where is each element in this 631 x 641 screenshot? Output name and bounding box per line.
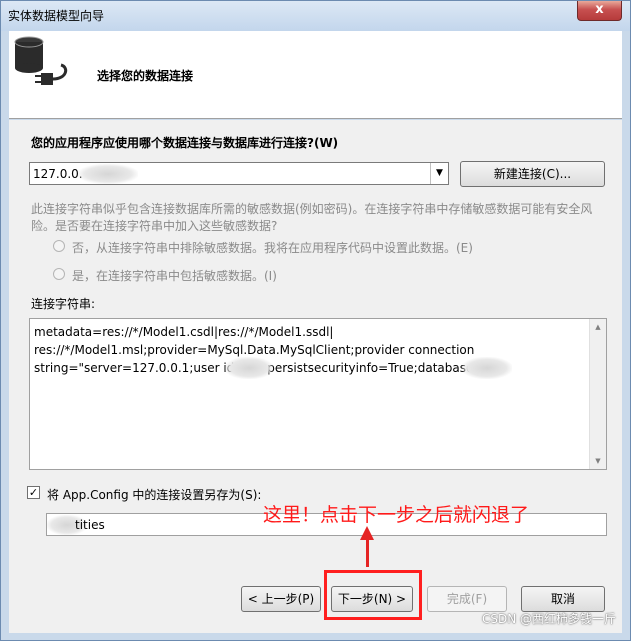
annotation-text: 这里！点击下一步之后就闪退了: [263, 504, 530, 526]
chevron-down-icon[interactable]: ▼: [430, 163, 448, 184]
radio-exclude-sensitive[interactable]: [53, 240, 65, 252]
database-connection-icon: [14, 36, 68, 85]
close-icon: x: [595, 2, 604, 17]
redacted-blur: [462, 357, 512, 379]
redacted-blur: [78, 164, 138, 184]
option-exclude-label: 否，从连接字符串中排除敏感数据。我将在应用程序代码中设置此数据。(E): [72, 241, 473, 255]
connection-string-label: 连接字符串:: [31, 297, 96, 311]
page-title: 选择您的数据连接: [97, 69, 194, 83]
wizard-content: 您的应用程序应使用哪个数据连接与数据库进行连接?(W) 127.0.0. ▼ 新…: [9, 120, 622, 633]
sensitive-desc-line1: 此连接字符串似乎包含连接数据库所需的敏感数据(例如密码)。在连接字符串中存储敏感…: [31, 202, 593, 216]
vertical-scrollbar[interactable]: ▲ ▼: [589, 319, 606, 469]
save-config-label: 将 App.Config 中的连接设置另存为(S):: [47, 488, 262, 502]
sensitive-desc-line2: 险。是否要在连接字符串中加入这些敏感数据?: [31, 219, 278, 233]
wizard-window: 实体数据模型向导 x 选择您的数据连接 您的应用程序应使用哪个数据连接与数据库进…: [0, 0, 631, 641]
scroll-down-icon[interactable]: ▼: [590, 453, 606, 469]
highlight-box: [324, 570, 422, 620]
connection-dropdown-value: 127.0.0.: [33, 167, 83, 181]
new-connection-button[interactable]: 新建连接(C)...: [460, 161, 605, 187]
connection-question-label: 您的应用程序应使用哪个数据连接与数据库进行连接?(W): [31, 136, 339, 150]
save-config-checkbox[interactable]: ✓: [27, 486, 40, 499]
connection-string-textarea[interactable]: metadata=res://*/Model1.csdl|res://*/Mod…: [29, 318, 607, 470]
title-bar[interactable]: 实体数据模型向导 x: [1, 1, 630, 31]
annotation-arrow-head: [360, 526, 374, 540]
wizard-header: 选择您的数据连接: [9, 31, 622, 119]
entity-name-value: tities: [75, 518, 105, 532]
cancel-button[interactable]: 取消: [521, 586, 605, 612]
close-button[interactable]: x: [577, 1, 622, 21]
window-title: 实体数据模型向导: [8, 9, 105, 23]
finish-button[interactable]: 完成(F): [427, 586, 507, 612]
radio-include-sensitive[interactable]: [53, 268, 65, 280]
connection-dropdown[interactable]: 127.0.0. ▼: [29, 162, 449, 185]
scroll-up-icon[interactable]: ▲: [590, 319, 606, 335]
watermark: CSDN @西红柿多钱一斤: [481, 612, 616, 626]
option-include-label: 是，在连接字符串中包括敏感数据。(I): [72, 269, 277, 283]
redacted-blur: [225, 357, 273, 379]
back-button[interactable]: < 上一步(P): [241, 586, 321, 612]
